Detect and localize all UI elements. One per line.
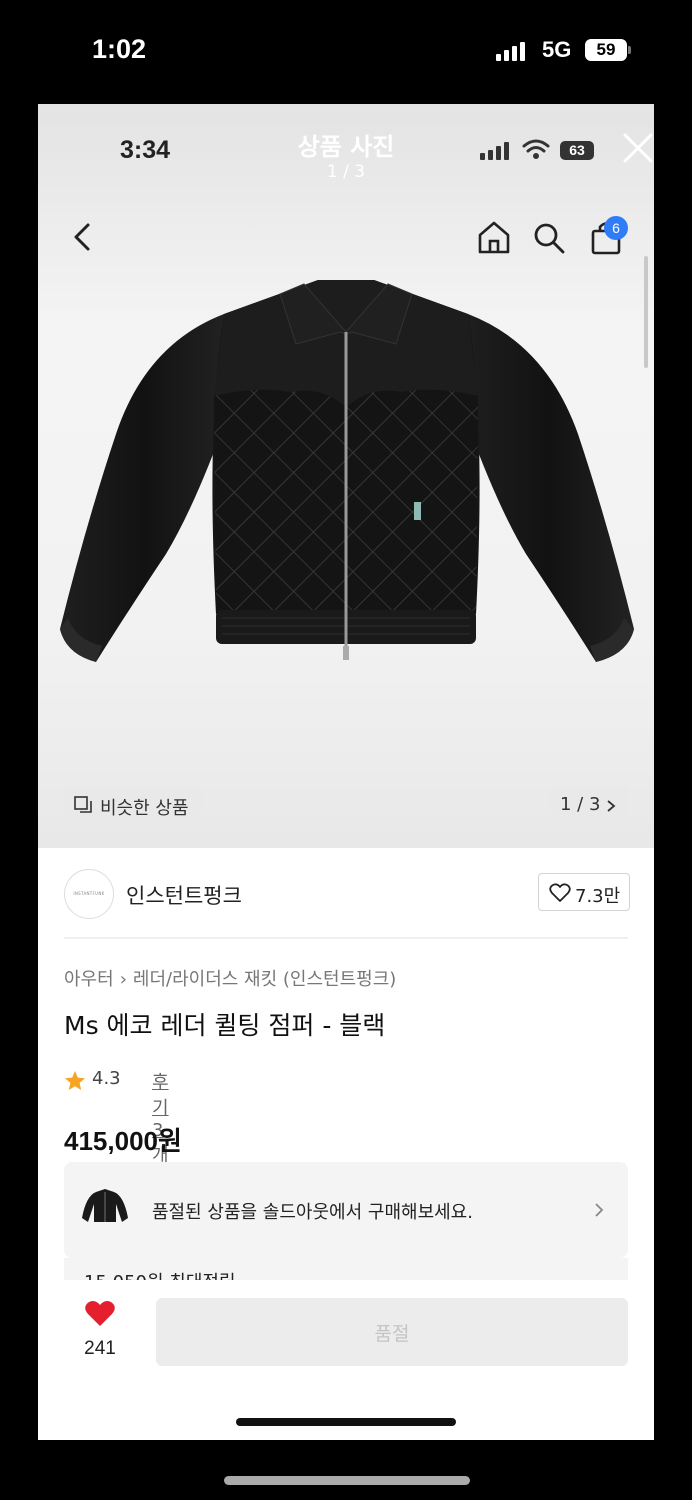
- outer-clock: 1:02: [92, 34, 147, 64]
- breadcrumb: 아우터 › 레더/라이더스 재킷 (인스턴트펑크): [64, 965, 396, 991]
- outer-status-bar: 1:02 5G 59: [0, 0, 692, 104]
- product-image: [60, 280, 634, 662]
- close-icon[interactable]: [622, 132, 654, 164]
- home-indicator[interactable]: [236, 1418, 456, 1426]
- scrollbar[interactable]: [644, 256, 648, 368]
- product-title: Ms 에코 레더 퀼팅 점퍼 - 블랙: [64, 1011, 386, 1040]
- home-indicator[interactable]: [224, 1476, 470, 1485]
- similar-products-button[interactable]: 비슷한 상품: [64, 787, 202, 823]
- image-pager-label: 1 / 3: [560, 794, 601, 815]
- back-arrow-icon[interactable]: [70, 221, 94, 253]
- signal-icon: [496, 42, 525, 61]
- divider: [64, 937, 628, 939]
- product-photo-area: 3:34 상품 사진 1 / 3 63 6 비슷한 상품 1 / 3: [38, 104, 654, 848]
- heart-outline-icon: [549, 883, 571, 902]
- cart-count-badge: 6: [604, 216, 628, 240]
- brand-logo-text: INSTANTFUNK: [73, 891, 105, 896]
- brand-like-button[interactable]: 7.3만: [538, 873, 630, 911]
- viewer-counter: 1 / 3: [326, 162, 366, 182]
- breadcrumb-category[interactable]: 아우터: [64, 969, 114, 990]
- app-screenshot: 3:34 상품 사진 1 / 3 63 6 비슷한 상품 1 / 3 INSTA…: [38, 104, 654, 1440]
- battery-tip: [628, 46, 631, 54]
- soldout-promo-card[interactable]: 품절된 상품을 솔드아웃에서 구매해보세요.: [64, 1162, 628, 1258]
- chevron-right-icon: [607, 800, 616, 812]
- points-row: 15,050원 최대적립: [64, 1258, 628, 1280]
- wifi-icon: [522, 139, 550, 159]
- jacket-thumbnail: [82, 1189, 128, 1222]
- points-text: 15,050원 최대적립: [84, 1268, 236, 1280]
- breadcrumb-subcategory[interactable]: 레더/라이더스 재킷 (인스턴트펑크): [133, 969, 396, 990]
- image-pager-button[interactable]: 1 / 3: [550, 787, 628, 823]
- breadcrumb-separator: ›: [119, 969, 127, 990]
- heart-filled-icon[interactable]: [84, 1300, 116, 1328]
- brand-logo[interactable]: INSTANTFUNK: [64, 869, 114, 919]
- network-type: 5G: [542, 37, 572, 62]
- wish-count: 241: [84, 1338, 116, 1359]
- signal-icon: [480, 142, 509, 160]
- chevron-right-icon: [595, 1203, 604, 1217]
- soldout-promo-message: 품절된 상품을 솔드아웃에서 구매해보세요.: [152, 1202, 473, 1223]
- star-icon: [65, 1071, 85, 1090]
- product-price: 415,000원: [64, 1126, 182, 1156]
- similar-products-label: 비슷한 상품: [100, 798, 189, 819]
- home-icon[interactable]: [476, 219, 512, 255]
- brand-like-count: 7.3만: [575, 886, 621, 907]
- battery-icon: 63: [560, 141, 594, 160]
- copy-icon: [74, 796, 92, 813]
- brand-name[interactable]: 인스턴트펑크: [126, 880, 242, 910]
- soldout-button[interactable]: 품절: [156, 1298, 628, 1366]
- search-icon[interactable]: [532, 221, 566, 255]
- battery-icon: 59: [585, 39, 627, 61]
- rating-value: 4.3: [92, 1068, 121, 1089]
